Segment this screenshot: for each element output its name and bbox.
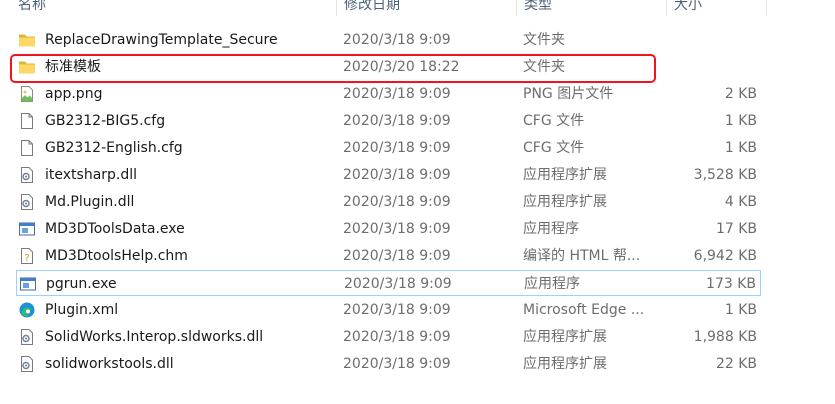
- folder-icon: [18, 31, 36, 49]
- file-size: 1 KB: [724, 302, 757, 318]
- file-name: GB2312-BIG5.cfg: [45, 113, 166, 129]
- file-modified-date: 2020/3/18 9:09: [343, 302, 451, 318]
- dll-file-icon: [18, 355, 36, 373]
- column-divider[interactable]: [336, 0, 337, 16]
- file-name: GB2312-English.cfg: [45, 140, 183, 156]
- file-name: solidworkstools.dll: [45, 356, 174, 372]
- file-row[interactable]: GB2312-English.cfg 2020/3/18 9:09 CFG 文件 1 …: [16, 135, 761, 161]
- file-type: Microsoft Edge ...: [523, 302, 645, 318]
- file-size: 3,528 KB: [693, 167, 757, 183]
- file-name: MD3DToolsData.exe: [45, 221, 185, 237]
- file-size: 6,942 KB: [693, 248, 757, 264]
- column-divider[interactable]: [766, 0, 767, 16]
- file-row[interactable]: ? MD3DtoolsHelp.chm 2020/3/18 9:09 编译的 HTML…: [16, 243, 761, 269]
- file-modified-date: 2020/3/18 9:09: [343, 221, 451, 237]
- file-name: app.png: [45, 86, 103, 102]
- file-name: itextsharp.dll: [45, 167, 138, 183]
- column-type-header[interactable]: 类型: [524, 0, 552, 14]
- file-size: 4 KB: [724, 194, 757, 210]
- column-header: 名称 修改日期 类型 大小: [0, 0, 835, 16]
- exe-file-icon: [19, 275, 37, 293]
- file-type: 编译的 HTML 帮...: [523, 248, 641, 264]
- file-row[interactable]: Plugin.xml 2020/3/18 9:09 Microsoft Edge .…: [16, 297, 761, 323]
- file-name: ReplaceDrawingTemplate_Secure: [45, 32, 278, 48]
- file-type: 应用程序: [524, 276, 580, 292]
- svg-text:?: ?: [24, 253, 29, 264]
- exe-file-icon: [18, 220, 36, 238]
- file-name: Plugin.xml: [45, 302, 119, 318]
- column-date-header[interactable]: 修改日期: [344, 0, 400, 14]
- highlight-box: [10, 54, 656, 83]
- file-size: 2 KB: [724, 86, 757, 102]
- file-icon: [18, 139, 36, 157]
- file-modified-date: 2020/3/18 9:09: [343, 86, 451, 102]
- file-row[interactable]: app.png 2020/3/18 9:09 PNG 图片文件 2 KB: [16, 81, 761, 107]
- file-size: 1,988 KB: [693, 329, 757, 345]
- file-modified-date: 2020/3/18 9:09: [343, 329, 451, 345]
- edge-file-icon: [18, 301, 36, 319]
- dll-file-icon: [18, 166, 36, 184]
- file-type: PNG 图片文件: [523, 86, 614, 102]
- column-divider[interactable]: [666, 0, 667, 16]
- file-type: 应用程序: [523, 221, 579, 237]
- file-type: 应用程序扩展: [523, 356, 607, 372]
- file-modified-date: 2020/3/18 9:09: [343, 194, 451, 210]
- file-name: Md.Plugin.dll: [45, 194, 135, 210]
- file-type: CFG 文件: [523, 113, 585, 129]
- column-name-header[interactable]: 名称: [18, 0, 46, 14]
- file-row[interactable]: MD3DToolsData.exe 2020/3/18 9:09 应用程序 17 KB: [16, 216, 761, 242]
- file-size: 17 KB: [715, 221, 757, 237]
- file-row[interactable]: ReplaceDrawingTemplate_Secure 2020/3/18 9…: [16, 27, 761, 53]
- file-size: 173 KB: [706, 276, 756, 292]
- file-type: 应用程序扩展: [523, 167, 607, 183]
- file-row[interactable]: SolidWorks.Interop.sldworks.dll 2020/3/18…: [16, 324, 761, 350]
- file-row[interactable]: itextsharp.dll 2020/3/18 9:09 应用程序扩展 3,528 …: [16, 162, 761, 188]
- file-row[interactable]: pgrun.exe 2020/3/18 9:09 应用程序 173 KB: [16, 270, 761, 296]
- file-modified-date: 2020/3/18 9:09: [344, 276, 452, 292]
- file-modified-date: 2020/3/18 9:09: [343, 113, 451, 129]
- file-modified-date: 2020/3/18 9:09: [343, 356, 451, 372]
- file-type: 文件夹: [523, 32, 565, 48]
- file-type: 应用程序扩展: [523, 194, 607, 210]
- file-modified-date: 2020/3/18 9:09: [343, 32, 451, 48]
- file-icon: [18, 112, 36, 130]
- dll-file-icon: [18, 328, 36, 346]
- file-row[interactable]: solidworkstools.dll 2020/3/18 9:09 应用程序扩展 2…: [16, 351, 761, 377]
- image-file-icon: [18, 85, 36, 103]
- help-file-icon: ?: [18, 247, 36, 265]
- file-name: pgrun.exe: [46, 276, 117, 292]
- file-row[interactable]: GB2312-BIG5.cfg 2020/3/18 9:09 CFG 文件 1 KB: [16, 108, 761, 134]
- file-name: MD3DtoolsHelp.chm: [45, 248, 188, 264]
- file-type: CFG 文件: [523, 140, 585, 156]
- file-modified-date: 2020/3/18 9:09: [343, 248, 451, 264]
- file-modified-date: 2020/3/18 9:09: [343, 140, 451, 156]
- file-modified-date: 2020/3/18 9:09: [343, 167, 451, 183]
- file-size: 1 KB: [724, 113, 757, 129]
- column-divider[interactable]: [516, 0, 517, 16]
- dll-file-icon: [18, 193, 36, 211]
- file-type: 应用程序扩展: [523, 329, 607, 345]
- file-size: 1 KB: [724, 140, 757, 156]
- file-name: SolidWorks.Interop.sldworks.dll: [45, 329, 264, 345]
- file-size: 22 KB: [715, 356, 757, 372]
- file-row[interactable]: Md.Plugin.dll 2020/3/18 9:09 应用程序扩展 4 KB: [16, 189, 761, 215]
- column-size-header[interactable]: 大小: [674, 0, 702, 14]
